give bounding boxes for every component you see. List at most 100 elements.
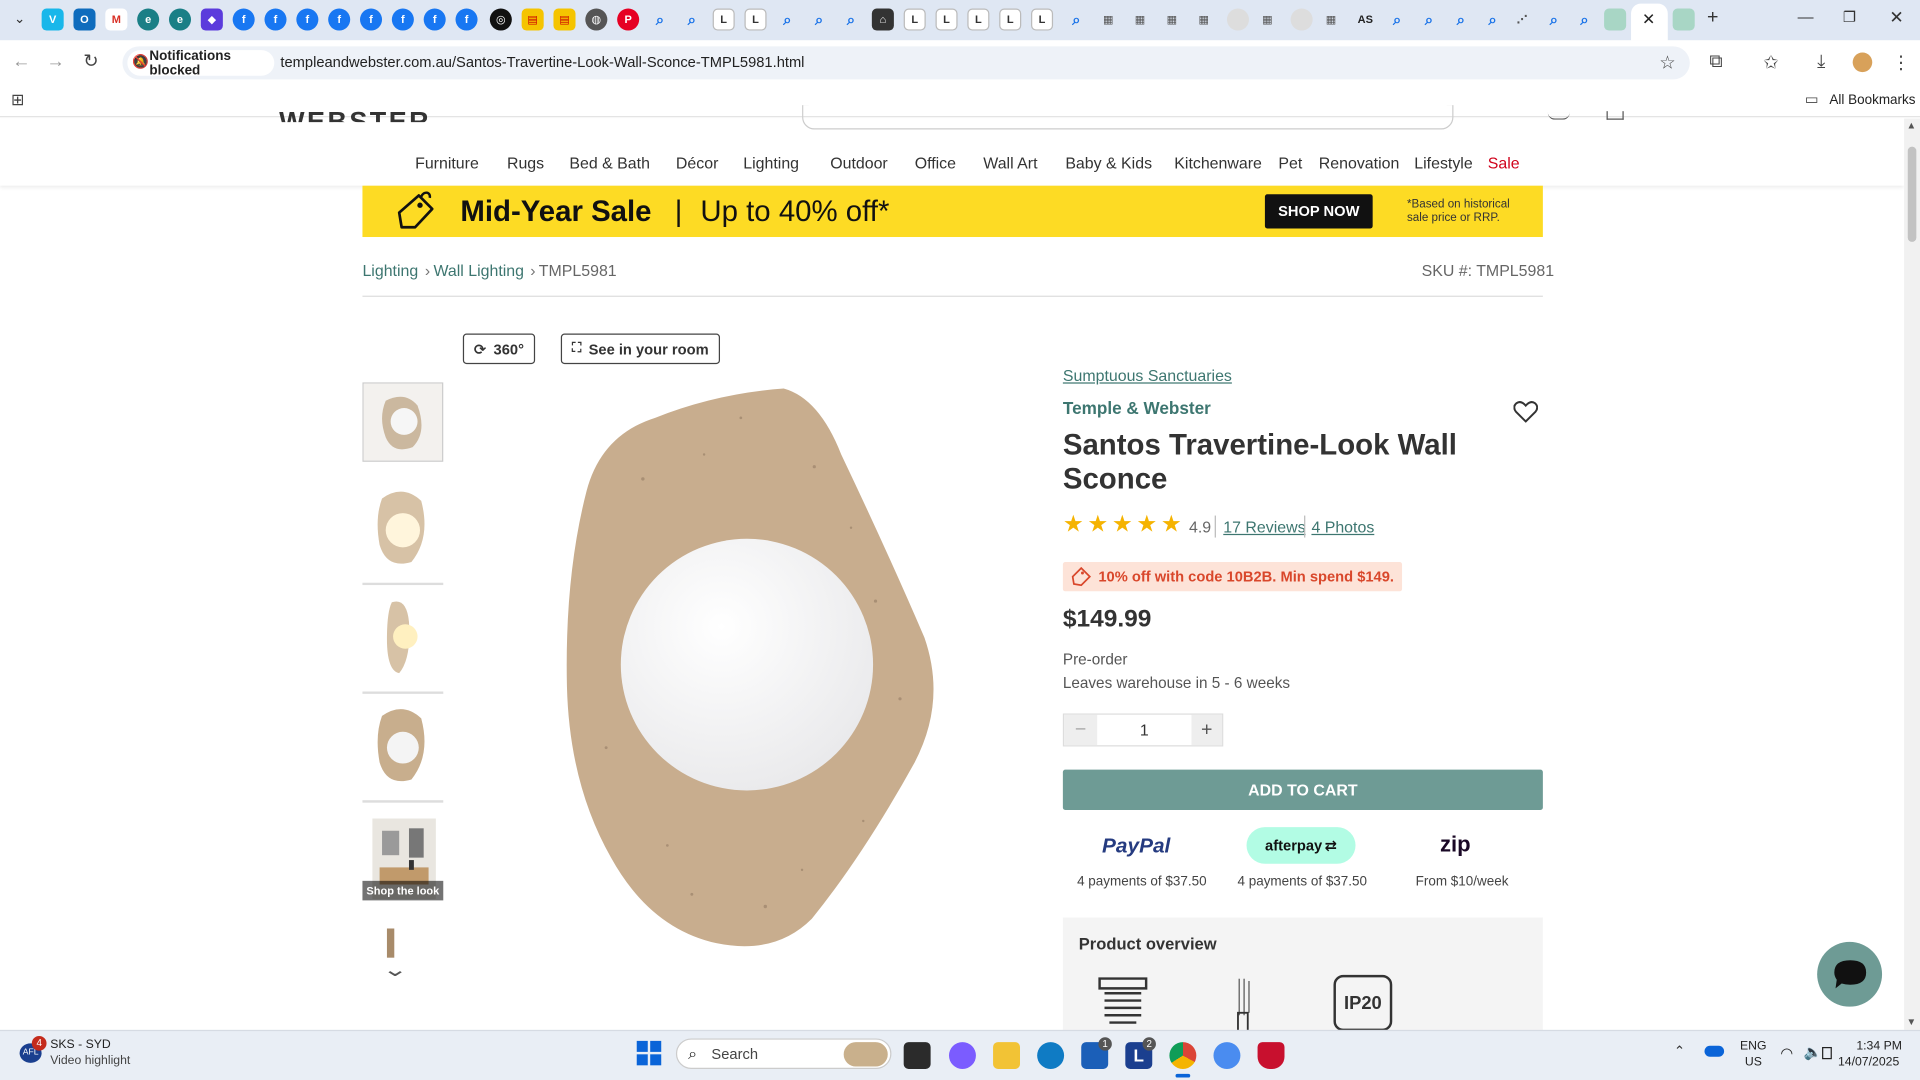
nav-outdoor[interactable]: Outdoor	[830, 154, 888, 172]
tab-shield-icon[interactable]: ◆	[200, 8, 223, 31]
tab-grid-icon[interactable]: ▦	[1193, 9, 1215, 31]
tab-target-icon[interactable]: ◎	[489, 8, 512, 31]
tab-facebook-icon[interactable]: f	[360, 8, 383, 31]
bookmark-star-icon[interactable]: ☆	[1659, 51, 1675, 74]
increase-quantity-button[interactable]: +	[1191, 714, 1223, 746]
cart-icon[interactable]	[1606, 111, 1624, 120]
see-in-room-button[interactable]: ⛶ See in your room	[560, 333, 720, 365]
tab-search-chevron-icon[interactable]: ⌄	[10, 11, 30, 31]
tab-home-icon[interactable]: ⌂	[871, 8, 894, 31]
tab-outlook-icon[interactable]: O	[73, 8, 96, 31]
nav-baby-kids[interactable]: Baby & Kids	[1065, 154, 1152, 172]
product-main-image[interactable]	[557, 381, 949, 955]
battery-icon[interactable]	[1822, 1046, 1832, 1060]
tab-letter-l-icon[interactable]: L	[744, 8, 767, 31]
window-close-icon[interactable]: ✕	[1889, 7, 1903, 28]
reload-icon[interactable]: ↻	[83, 50, 98, 72]
tab-letter-l-icon[interactable]: L	[935, 8, 958, 31]
tab-search-icon[interactable]: ⌕	[1386, 9, 1408, 31]
brand-link[interactable]: Temple & Webster	[1063, 398, 1211, 418]
tab-search-icon[interactable]: ⌕	[1450, 9, 1472, 31]
tab-card-icon[interactable]: ▤	[521, 8, 544, 31]
forward-icon[interactable]: →	[47, 51, 65, 72]
onedrive-icon[interactable]	[1704, 1045, 1725, 1057]
tab-letter-l-icon[interactable]: L	[903, 8, 926, 31]
extensions-icon[interactable]: ⧉	[1709, 51, 1722, 72]
clock-date[interactable]: 14/07/2025	[1838, 1056, 1899, 1069]
add-to-cart-button[interactable]: ADD TO CART	[1062, 769, 1543, 810]
tray-chevron-icon[interactable]: ⌃	[1674, 1043, 1685, 1060]
folder-icon[interactable]: ▭	[1805, 90, 1819, 107]
tab-tw-icon[interactable]	[1604, 8, 1627, 31]
tab-search-icon[interactable]: ⌕	[649, 9, 671, 31]
taskbar-search-box[interactable]: ⌕ Search	[675, 1038, 892, 1069]
nav-rugs[interactable]: Rugs	[507, 154, 544, 172]
language-line2[interactable]: US	[1745, 1056, 1762, 1069]
notifications-blocked-chip[interactable]: 🔕 Notifications blocked	[127, 48, 275, 78]
wishlist-heart-icon[interactable]	[1513, 401, 1538, 423]
tab-search-icon[interactable]: ⌕	[1418, 9, 1440, 31]
tab-search-icon[interactable]: ⌕	[1543, 9, 1565, 31]
scroll-down-icon[interactable]: ▼	[1907, 1016, 1917, 1027]
tab-facebook-icon[interactable]: f	[391, 8, 414, 31]
tab-search-icon[interactable]: ⌕	[681, 9, 703, 31]
active-tab[interactable]: ✕	[1631, 3, 1668, 41]
tab-grid-icon[interactable]: ▦	[1161, 9, 1183, 31]
nav-office[interactable]: Office	[915, 154, 956, 172]
tab-search-icon[interactable]: ⌕	[1065, 9, 1087, 31]
favorites-icon[interactable]: ✩	[1763, 51, 1778, 74]
tab-pinterest-icon[interactable]: P	[617, 8, 640, 31]
wifi-icon[interactable]: ◠	[1780, 1045, 1793, 1062]
taskbar-mcafee-icon[interactable]	[1257, 1042, 1285, 1069]
nav-lifestyle[interactable]: Lifestyle	[1414, 154, 1472, 172]
tab-facebook-icon[interactable]: f	[232, 8, 255, 31]
scroll-up-icon[interactable]: ▲	[1907, 120, 1917, 131]
quantity-input[interactable]: 1	[1097, 721, 1191, 739]
tab-vimeo-icon[interactable]: V	[41, 8, 64, 31]
download-icon[interactable]: ⤓	[1817, 51, 1825, 72]
thumbnail-3[interactable]	[362, 585, 444, 694]
nav-pet[interactable]: Pet	[1278, 154, 1302, 172]
nav-decor[interactable]: Décor	[676, 154, 718, 172]
tab-facebook-icon[interactable]: f	[423, 8, 446, 31]
taskbar-task-view-icon[interactable]	[903, 1042, 931, 1069]
tab-letter-l-icon[interactable]: L	[1031, 8, 1054, 31]
shop-now-button[interactable]: SHOP NOW	[1264, 194, 1373, 229]
tab-search-icon[interactable]: ⌕	[808, 9, 830, 31]
reviews-link[interactable]: 17 Reviews	[1223, 518, 1305, 536]
nav-renovation[interactable]: Renovation	[1319, 154, 1400, 172]
volume-icon[interactable]: 🔈	[1804, 1043, 1822, 1060]
thumbnail-1[interactable]	[362, 382, 444, 462]
tab-circle-icon[interactable]	[1226, 8, 1249, 31]
profile-avatar[interactable]	[1852, 52, 1873, 73]
tab-tw-icon[interactable]	[1672, 8, 1695, 31]
taskbar-edge-icon[interactable]	[1037, 1042, 1065, 1069]
tab-edge-icon[interactable]: e	[137, 8, 160, 31]
taskbar-chat-app-icon[interactable]	[1213, 1042, 1241, 1069]
afterpay-logo[interactable]: afterpay ⇄	[1246, 827, 1356, 864]
tab-letter-l-icon[interactable]: L	[967, 8, 990, 31]
tab-facebook-icon[interactable]: f	[296, 8, 319, 31]
site-search-input[interactable]	[802, 105, 1454, 130]
menu-icon[interactable]: ⋮	[1892, 51, 1910, 74]
language-line1[interactable]: ENG	[1740, 1040, 1767, 1053]
tab-grid-icon[interactable]: ▦	[1320, 9, 1342, 31]
thumbnail-shop-the-look[interactable]: Shop the look	[362, 816, 444, 911]
tab-dots-icon[interactable]: ⋰	[1511, 9, 1533, 31]
taskbar-file-explorer-icon[interactable]	[993, 1042, 1021, 1069]
restore-icon[interactable]: ❐	[1843, 9, 1856, 26]
tab-facebook-icon[interactable]: f	[328, 8, 351, 31]
chat-button[interactable]	[1817, 941, 1883, 1007]
quantity-stepper[interactable]: − 1 +	[1062, 713, 1224, 747]
all-bookmarks-label[interactable]: All Bookmarks	[1829, 93, 1915, 108]
promo-banner[interactable]: Mid-Year Sale | Up to 40% off* SHOP NOW …	[362, 185, 1543, 238]
photos-link[interactable]: 4 Photos	[1311, 518, 1374, 536]
tab-circle-icon[interactable]	[1290, 8, 1313, 31]
tab-as-icon[interactable]: AS	[1354, 9, 1376, 31]
collection-link[interactable]: Sumptuous Sanctuaries	[1063, 367, 1232, 385]
tab-grid-icon[interactable]: ▦	[1256, 9, 1278, 31]
taskbar-chrome-icon[interactable]	[1169, 1042, 1197, 1069]
thumbnail-4[interactable]	[362, 693, 444, 803]
nav-bed-bath[interactable]: Bed & Bath	[569, 154, 650, 172]
tab-gmail-icon[interactable]: M	[105, 8, 128, 31]
